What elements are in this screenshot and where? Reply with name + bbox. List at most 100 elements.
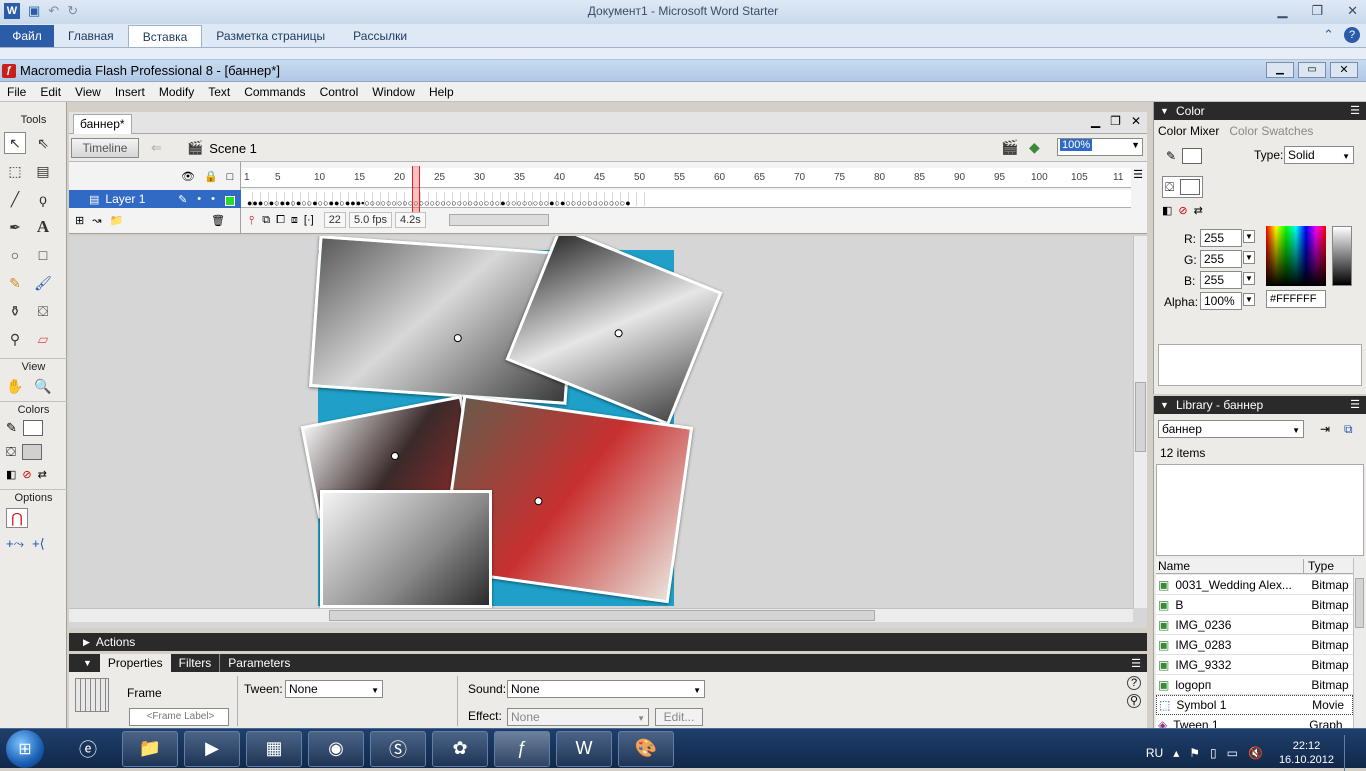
timeline-toggle-button[interactable]: Timeline: [71, 138, 139, 158]
effect-select[interactable]: None ▼: [507, 708, 649, 726]
flash-close-icon[interactable]: ✕: [1330, 62, 1358, 78]
brightness-slider[interactable]: [1332, 226, 1352, 286]
eyedropper-tool-icon[interactable]: ⚲: [4, 328, 26, 350]
pin-library-icon[interactable]: ⇥: [1320, 422, 1330, 436]
taskbar-media-player-icon[interactable]: ▶: [184, 730, 240, 767]
doc-close-icon[interactable]: ✕: [1131, 114, 1141, 128]
edit-multiple-frames-icon[interactable]: ⧈: [291, 214, 298, 227]
library-item[interactable]: ▣ logoрп Bitmap: [1156, 675, 1353, 695]
taskbar-skype-icon[interactable]: Ⓢ: [370, 730, 426, 767]
color-spectrum-picker[interactable]: [1266, 226, 1326, 286]
modify-onion-markers-icon[interactable]: [·]: [304, 214, 314, 226]
tab-filters[interactable]: Filters: [171, 654, 220, 672]
layer-row[interactable]: ▤ Layer 1 ✎ • •: [69, 190, 241, 208]
menu-file[interactable]: File: [0, 82, 33, 102]
insert-layer-icon[interactable]: ⊞: [75, 214, 84, 227]
menu-insert[interactable]: Insert: [108, 82, 152, 102]
help-icon[interactable]: ?: [1344, 27, 1360, 43]
taskbar-flash-icon[interactable]: ƒ: [494, 730, 550, 767]
add-motion-guide-icon[interactable]: ↝: [92, 214, 101, 227]
fill-color-swatch[interactable]: [21, 444, 42, 460]
rectangle-tool-icon[interactable]: □: [32, 244, 54, 266]
mixer-no-color-icon[interactable]: ⊘: [1178, 204, 1187, 217]
alpha-input[interactable]: 100%: [1200, 292, 1242, 310]
properties-menu-icon[interactable]: ☰: [1131, 657, 1141, 670]
layer-lock-dot-icon[interactable]: •: [211, 193, 215, 206]
black-white-icon[interactable]: ◧: [6, 468, 16, 481]
word-tab-home[interactable]: Главная: [54, 25, 128, 47]
collapse-ribbon-icon[interactable]: ⌃: [1323, 27, 1334, 43]
mixer-stroke-swatch[interactable]: [1182, 148, 1203, 164]
color-panel-header[interactable]: ▼ Color ☰: [1154, 102, 1366, 120]
library-item[interactable]: ▣ IMG_0283 Bitmap: [1156, 635, 1353, 655]
stage-vscroll-thumb[interactable]: [1135, 382, 1146, 452]
onion-skin-icon[interactable]: ⧉: [262, 214, 270, 227]
scene-name[interactable]: Scene 1: [209, 141, 257, 156]
flash-maximize-icon[interactable]: ▭: [1298, 62, 1326, 78]
taskbar-ie-icon[interactable]: ⓔ: [60, 731, 116, 767]
no-color-icon[interactable]: ⊘: [22, 468, 31, 481]
library-item[interactable]: ▣ IMG_0236 Bitmap: [1156, 615, 1353, 635]
column-name-header[interactable]: Name: [1156, 558, 1304, 573]
word-tab-mailings[interactable]: Рассылки: [339, 25, 421, 47]
word-close-icon[interactable]: ✕: [1347, 3, 1358, 19]
library-item[interactable]: ⬚ Symbol 1 Movie: [1156, 695, 1353, 715]
library-item[interactable]: ◈ Tween 1 Graph: [1156, 715, 1353, 728]
layer-outline-color-icon[interactable]: [225, 195, 235, 206]
library-scrollbar[interactable]: [1353, 558, 1365, 728]
stroke-color-swatch[interactable]: [22, 420, 43, 436]
delete-layer-icon[interactable]: 🗑: [211, 214, 225, 227]
fill-type-select[interactable]: Solid ▼: [1284, 146, 1354, 164]
column-type-header[interactable]: Type: [1304, 559, 1334, 573]
onion-outlines-icon[interactable]: ⧠: [276, 214, 285, 227]
lock-icon[interactable]: 🔒: [204, 170, 218, 183]
taskbar-icq-icon[interactable]: ✿: [432, 730, 488, 767]
menu-view[interactable]: View: [68, 82, 108, 102]
stage-canvas[interactable]: [300, 236, 723, 608]
subselection-tool-icon[interactable]: ⇖: [32, 132, 54, 154]
language-indicator[interactable]: RU: [1146, 746, 1163, 760]
tray-device-icon[interactable]: ▯: [1210, 746, 1217, 760]
volume-muted-icon[interactable]: 🔇: [1248, 746, 1263, 760]
properties-help-icon[interactable]: ?: [1127, 676, 1141, 690]
start-button-icon[interactable]: ⊞: [6, 729, 44, 768]
green-dropdown-icon[interactable]: ▼: [1243, 251, 1255, 264]
stage-horizontal-scrollbar[interactable]: [69, 608, 1133, 622]
edit-effect-button[interactable]: Edit...: [655, 708, 703, 726]
tab-color-mixer[interactable]: Color Mixer: [1158, 124, 1219, 138]
snap-magnet-icon[interactable]: ⋂: [6, 508, 28, 528]
smooth-icon[interactable]: +⤳: [6, 536, 24, 552]
tab-properties[interactable]: Properties: [99, 654, 171, 672]
library-panel-header[interactable]: ▼ Library - баннер ☰: [1154, 396, 1366, 414]
accessibility-icon[interactable]: ⚲: [1127, 694, 1141, 708]
layer-name[interactable]: Layer 1: [105, 192, 145, 206]
oval-tool-icon[interactable]: ○: [4, 244, 26, 266]
blue-dropdown-icon[interactable]: ▼: [1243, 272, 1255, 285]
show-hide-icon[interactable]: 👁: [181, 170, 195, 183]
selection-tool-icon[interactable]: ↖: [4, 132, 26, 154]
tab-parameters[interactable]: Parameters: [219, 654, 298, 672]
word-restore-icon[interactable]: ❐: [1311, 3, 1323, 19]
collapse-arrow-icon[interactable]: ▼: [83, 658, 92, 668]
timeline-ruler[interactable]: 1 5 10 15 20 25 30 35 40 45 50 55 60 65 …: [241, 168, 1131, 188]
line-tool-icon[interactable]: ╱: [4, 188, 26, 210]
taskbar-word-icon[interactable]: W: [556, 730, 612, 767]
outline-icon[interactable]: □: [227, 171, 234, 183]
green-input[interactable]: 255: [1200, 250, 1242, 268]
stage-hscroll-thumb[interactable]: [329, 610, 875, 621]
pencil-tool-icon[interactable]: ✎: [4, 272, 26, 294]
tab-color-swatches[interactable]: Color Swatches: [1229, 124, 1313, 138]
library-scroll-thumb[interactable]: [1355, 578, 1364, 628]
library-item[interactable]: ▣ B Bitmap: [1156, 595, 1353, 615]
menu-control[interactable]: Control: [313, 82, 366, 102]
stage-vertical-scrollbar[interactable]: [1133, 236, 1147, 608]
new-library-panel-icon[interactable]: ⧉: [1344, 422, 1353, 437]
timeline-frames[interactable]: ●●●○●○●●○●○○●○○●●○●●●▪○○○○○○○○○○○○○○○○○○…: [241, 190, 1131, 208]
word-tab-file[interactable]: Файл: [0, 24, 54, 47]
edit-scene-icon[interactable]: 🎬: [1001, 139, 1018, 156]
paint-bucket-tool-icon[interactable]: ⛋: [32, 300, 54, 322]
library-panel-menu-icon[interactable]: ☰: [1350, 396, 1360, 414]
word-tab-page-layout[interactable]: Разметка страницы: [202, 25, 339, 47]
straighten-icon[interactable]: +⟨: [32, 536, 45, 552]
zoom-combo[interactable]: 100% ▼: [1057, 138, 1143, 156]
